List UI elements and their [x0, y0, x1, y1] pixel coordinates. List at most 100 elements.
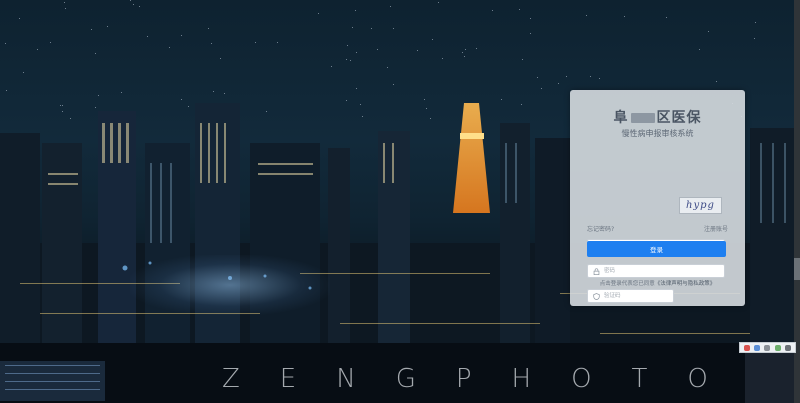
star	[566, 76, 567, 77]
star	[393, 84, 394, 85]
password-field[interactable]	[587, 264, 725, 278]
star	[23, 72, 24, 73]
star	[387, 67, 388, 68]
star	[130, 0, 131, 1]
star	[492, 10, 493, 11]
star	[530, 18, 531, 19]
star	[390, 6, 391, 7]
star	[442, 58, 443, 59]
star	[213, 91, 214, 92]
star	[371, 28, 372, 29]
star	[476, 48, 477, 49]
captcha-text: hypg	[686, 200, 715, 211]
star	[599, 78, 600, 79]
star	[465, 49, 466, 50]
star	[424, 99, 425, 100]
lock-icon	[592, 267, 601, 276]
panel-title: 阜 区医保	[570, 107, 745, 127]
star	[519, 9, 520, 10]
star	[350, 60, 351, 61]
star	[107, 26, 108, 27]
star	[139, 6, 140, 7]
star	[6, 90, 7, 91]
star	[708, 31, 709, 32]
star	[255, 42, 256, 43]
star	[147, 36, 148, 37]
star	[754, 38, 755, 39]
scrollbar-thumb[interactable]	[794, 258, 800, 280]
star	[501, 99, 502, 100]
star	[346, 100, 347, 101]
star	[537, 77, 538, 78]
captcha-input[interactable]	[604, 290, 673, 302]
star	[318, 13, 319, 14]
privacy-policy-link[interactable]: 《法律声明与隐私政策》	[655, 281, 716, 287]
password-input[interactable]	[604, 265, 724, 277]
star	[352, 27, 353, 28]
star	[91, 29, 92, 30]
star	[666, 17, 667, 18]
tray-volume-icon[interactable]	[774, 344, 781, 351]
star	[417, 50, 418, 51]
star	[50, 42, 51, 43]
agreement-text: 点击登录代表您已同意《法律声明与隐私政策》	[570, 279, 745, 287]
star	[277, 42, 278, 43]
star	[355, 10, 356, 11]
redacted-block	[630, 113, 655, 123]
star	[121, 92, 122, 93]
title-prefix: 阜	[613, 110, 629, 126]
system-tray	[739, 342, 796, 353]
star	[169, 47, 170, 48]
star	[590, 76, 591, 77]
star	[356, 52, 357, 53]
star	[181, 35, 182, 36]
star	[133, 4, 134, 5]
star	[37, 49, 38, 50]
star	[558, 83, 559, 84]
register-link[interactable]: 注册账号	[704, 224, 728, 233]
star	[95, 53, 96, 54]
star	[347, 45, 348, 46]
star	[5, 43, 6, 44]
captcha-field[interactable]	[587, 289, 674, 303]
captcha-image[interactable]: hypg	[679, 197, 722, 214]
star	[393, 28, 394, 29]
login-button[interactable]: 登录	[587, 241, 726, 257]
system-subtitle: 慢性病申报审核系统	[621, 129, 694, 138]
star	[346, 59, 347, 60]
star	[522, 59, 523, 60]
star	[464, 56, 465, 57]
star	[19, 18, 20, 19]
star	[356, 88, 357, 89]
tray-app-icon[interactable]	[744, 344, 751, 351]
agreement-prefix: 点击登录代表您已同意	[599, 281, 655, 287]
star	[208, 28, 209, 29]
tray-clock-icon[interactable]	[784, 344, 791, 351]
star	[211, 43, 212, 44]
star	[224, 93, 225, 94]
star	[586, 15, 587, 16]
star	[716, 81, 717, 82]
star	[438, 2, 439, 3]
star	[377, 49, 378, 50]
star	[541, 88, 542, 89]
star	[64, 2, 65, 3]
tray-network-icon[interactable]	[754, 344, 761, 351]
star	[65, 8, 66, 9]
star	[98, 95, 99, 96]
photo-watermark: ZENGPHOTO	[222, 364, 748, 394]
star	[624, 16, 625, 17]
star	[331, 66, 332, 67]
tray-settings-icon[interactable]	[764, 344, 771, 351]
star	[530, 33, 531, 34]
forgot-password-link[interactable]: 忘记密码?	[587, 224, 614, 233]
shield-icon	[592, 292, 601, 301]
star	[432, 39, 433, 40]
star	[755, 22, 756, 23]
star	[220, 58, 221, 59]
star	[699, 49, 700, 50]
star	[462, 52, 463, 53]
light-glow	[130, 255, 330, 315]
star	[181, 99, 182, 100]
title-suffix: 区医保	[656, 110, 702, 126]
